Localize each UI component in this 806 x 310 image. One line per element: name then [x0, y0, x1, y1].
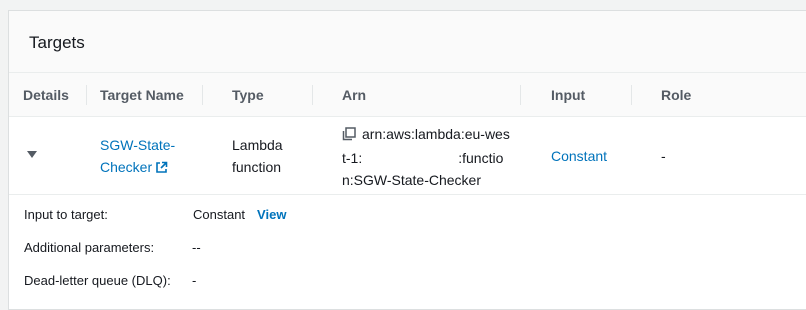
header-role[interactable]: Role — [661, 87, 691, 103]
header-arn[interactable]: Arn — [342, 87, 366, 103]
role-cell: - — [661, 148, 666, 164]
input-cell: Constant — [551, 145, 607, 167]
caret-down-icon[interactable] — [27, 151, 37, 158]
arn-line1: arn:aws:lambda:eu-wes — [362, 126, 510, 142]
header-input[interactable]: Input — [551, 87, 585, 103]
target-details: Input to target: Constant View Additional… — [9, 195, 806, 300]
panel-title: Targets — [29, 33, 85, 52]
header-type[interactable]: Type — [232, 87, 264, 103]
detail-input: Input to target: Constant View — [9, 201, 806, 234]
header-details: Details — [23, 87, 69, 103]
arn-line2b: :functio — [458, 150, 504, 166]
target-name-line1: SGW-State- — [100, 137, 176, 153]
arn-line2a: t-1: — [342, 150, 363, 166]
copy-icon[interactable] — [342, 125, 356, 147]
target-name-link[interactable]: SGW-State- Checker — [100, 137, 175, 175]
header-target-name[interactable]: Target Name — [100, 87, 184, 103]
external-link-icon — [155, 158, 168, 180]
arn-line3: n:SGW-State-Checker — [342, 172, 482, 188]
detail-params: Additional parameters: -- — [9, 234, 806, 267]
column-divider — [520, 85, 521, 105]
targets-panel: Targets Details Target Name Type Arn Inp… — [8, 10, 806, 310]
view-input-link[interactable]: View — [257, 207, 286, 222]
additional-parameters-label: Additional parameters: — [24, 240, 155, 255]
dlq-label: Dead-letter queue (DLQ): — [24, 273, 171, 288]
type-line1: Lambda — [232, 137, 283, 153]
column-divider — [202, 85, 203, 105]
arn-cell: arn:aws:lambda:eu-wes t-1: :functio n:SGW… — [342, 123, 510, 191]
target-name-cell: SGW-State- Checker — [100, 134, 175, 180]
type-cell: Lambda function — [232, 134, 283, 178]
input-to-target-label: Input to target: — [24, 207, 108, 222]
column-divider — [631, 85, 632, 105]
table-row: SGW-State- Checker Lambda function arn:a… — [9, 117, 806, 195]
target-name-line2: Checker — [100, 159, 153, 175]
type-line2: function — [232, 159, 282, 175]
table-header: Details Target Name Type Arn Input Role — [9, 73, 806, 117]
input-constant-link[interactable]: Constant — [551, 148, 607, 164]
dlq-value: - — [192, 273, 197, 288]
detail-dlq: Dead-letter queue (DLQ): - — [9, 267, 806, 300]
panel-header: Targets — [9, 11, 806, 73]
additional-parameters-value: -- — [192, 240, 201, 255]
column-divider — [86, 85, 87, 105]
input-value: Constant — [193, 207, 246, 222]
input-to-target-value: Constant View — [193, 207, 286, 222]
column-divider — [312, 85, 313, 105]
